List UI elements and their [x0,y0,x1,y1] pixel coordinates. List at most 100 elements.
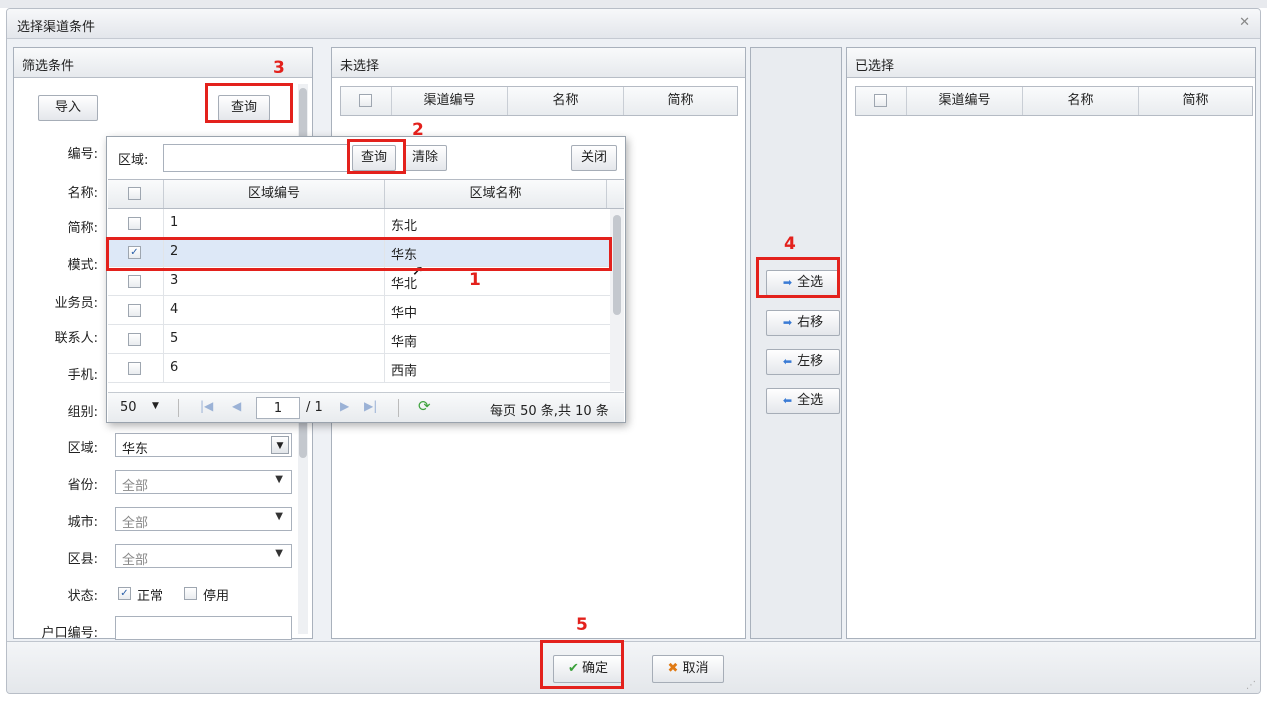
region-code: 4 [170,302,179,317]
highlight-box-select-all [756,257,840,298]
move-right-label: 右移 [797,315,824,330]
selected-panel-header: 已选择 [847,48,1255,78]
region-popup: 区域: 查询 清除 关闭 区域编号 区域名称 1 东北 ✓ 2 华东 3 华北 … [106,136,626,423]
region-code: 6 [170,360,179,375]
label-salesman: 业务员: [54,296,98,311]
row-code-cell [163,354,385,382]
popup-select-all-cell [108,180,164,208]
popup-region-input[interactable] [163,144,349,172]
close-icon[interactable]: ✕ [1239,15,1250,30]
label-household-code: 户口编号: [41,626,98,641]
next-page-icon[interactable]: ▶ [340,399,349,413]
first-page-icon[interactable]: |◀ [200,399,213,413]
row-code-cell [163,209,385,237]
city-select[interactable]: 全部 ▼ [115,507,292,531]
city-select-value: 全部 [122,516,149,531]
popup-pager: 50 ▼ |◀ ◀ 1 / 1 ▶ ▶| ⟳ 每页 50 条,共 10 条 [108,392,624,422]
region-dropdown-button[interactable]: ▼ [271,436,289,454]
selected-col-short[interactable]: 简称 [1139,87,1252,115]
filter-panel-title: 筛选条件 [22,59,75,74]
status-normal-checkbox[interactable]: ✓ [118,587,131,600]
unselected-col-name[interactable]: 名称 [508,87,624,115]
annotation-number-3: 3 [273,58,285,78]
province-select[interactable]: 全部 ▼ [115,470,292,494]
move-left-button[interactable]: ⬅ 左移 [766,349,840,375]
row-check-cell [108,296,164,324]
select-all-left-label: 全选 [797,393,824,408]
region-name: 东北 [391,219,418,234]
refresh-icon[interactable]: ⟳ [418,397,431,415]
prev-page-icon[interactable]: ◀ [232,399,241,413]
status-disabled-label: 停用 [203,589,230,604]
county-select[interactable]: 全部 ▼ [115,544,292,568]
highlight-box-filter-query [205,83,293,123]
region-row-3[interactable]: 3 华北 [108,267,610,296]
label-code: 编号: [67,147,98,162]
page-size-select[interactable]: 50 ▼ [114,397,164,419]
label-city: 城市: [67,515,98,530]
county-select-value: 全部 [122,553,149,568]
chevron-down-icon: ▼ [152,401,159,411]
transfer-button-column [750,47,842,639]
select-all-left-button[interactable]: ⬅ 全选 [766,388,840,414]
popup-select-all-checkbox[interactable] [128,187,141,200]
row-checkbox[interactable] [128,217,141,230]
chevron-down-icon: ▼ [275,511,283,522]
row-checkbox[interactable] [128,333,141,346]
import-button[interactable]: 导入 [38,95,98,121]
label-province: 省份: [67,478,98,493]
pager-divider [178,399,179,417]
province-select-value: 全部 [122,479,149,494]
page-size-value: 50 [120,400,137,415]
row-checkbox[interactable] [128,304,141,317]
popup-scrollbar-thumb[interactable] [613,215,621,315]
popup-close-button[interactable]: 关闭 [571,145,617,171]
label-name: 名称: [67,186,98,201]
status-disabled-checkbox[interactable] [184,587,197,600]
selected-col-code[interactable]: 渠道编号 [907,87,1023,115]
filter-panel-header: 筛选条件 [14,48,312,78]
cancel-button[interactable]: ✖ 取消 [652,655,724,683]
label-group: 组别: [67,405,98,420]
close-icon: ✖ [667,661,679,676]
household-code-input[interactable] [115,616,292,640]
label-shortname: 简称: [67,221,98,236]
selected-col-name[interactable]: 名称 [1023,87,1139,115]
cancel-button-label: 取消 [682,661,709,676]
unselected-col-code[interactable]: 渠道编号 [392,87,508,115]
region-select-value: 华东 [122,442,149,457]
annotation-number-2: 2 [412,120,424,140]
row-code-cell [163,267,385,295]
popup-col-name[interactable]: 区域名称 [385,180,607,208]
unselected-panel-title: 未选择 [340,59,380,74]
region-code: 3 [170,273,179,288]
selected-select-all-checkbox[interactable] [874,94,887,107]
popup-clear-button[interactable]: 清除 [403,145,447,171]
row-checkbox[interactable] [128,362,141,375]
region-row-5[interactable]: 5 华南 [108,325,610,354]
popup-grid-scrollbar[interactable] [610,209,624,391]
popup-grid-header: 区域编号 区域名称 [108,179,624,209]
page-total: / 1 [306,400,323,415]
region-row-1[interactable]: 1 东北 [108,209,610,238]
unselected-col-short[interactable]: 简称 [624,87,737,115]
row-check-cell [108,354,164,382]
region-row-4[interactable]: 4 华中 [108,296,610,325]
selected-panel-title: 已选择 [855,59,895,74]
move-left-label: 左移 [797,354,824,369]
popup-col-code[interactable]: 区域编号 [164,180,385,208]
row-checkbox[interactable] [128,275,141,288]
arrow-left-icon: ⬅ [782,394,793,407]
row-check-cell [108,267,164,295]
label-mode: 模式: [67,258,98,273]
move-right-button[interactable]: ➡ 右移 [766,310,840,336]
unselected-select-all-checkbox[interactable] [359,94,372,107]
label-county: 区县: [67,552,98,567]
page-number-input[interactable]: 1 [256,397,300,419]
dialog-title: 选择渠道条件 [17,20,96,35]
region-row-6[interactable]: 6 西南 [108,354,610,383]
region-select[interactable]: 华东 ▼ [115,433,292,457]
last-page-icon[interactable]: ▶| [364,399,377,413]
arrow-right-icon: ➡ [782,316,793,329]
resize-grip-icon[interactable]: ⋰ [1246,680,1256,691]
